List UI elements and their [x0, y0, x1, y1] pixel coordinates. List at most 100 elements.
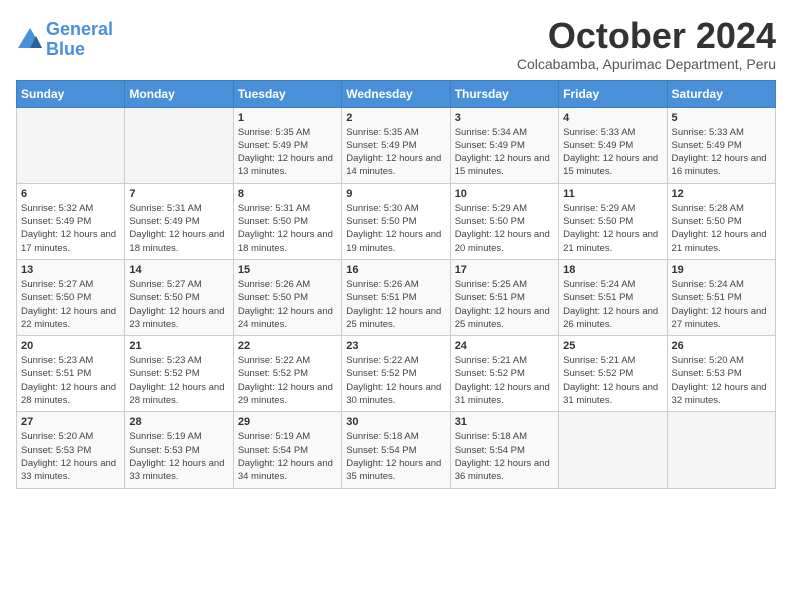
- day-info: Sunrise: 5:35 AM Sunset: 5:49 PM Dayligh…: [238, 126, 337, 179]
- subtitle: Colcabamba, Apurimac Department, Peru: [517, 56, 776, 72]
- calendar-cell: 22 Sunrise: 5:22 AM Sunset: 5:52 PM Dayli…: [233, 336, 341, 412]
- day-number: 2: [346, 112, 445, 124]
- calendar-cell: 16 Sunrise: 5:26 AM Sunset: 5:51 PM Dayli…: [342, 259, 450, 335]
- calendar-cell: 30 Sunrise: 5:18 AM Sunset: 5:54 PM Dayli…: [342, 412, 450, 488]
- day-info: Sunrise: 5:22 AM Sunset: 5:52 PM Dayligh…: [238, 354, 337, 407]
- calendar-week-4: 20Sunrise: 5:23 AM Sunset: 5:51 PM Dayli…: [17, 336, 776, 412]
- day-info: Sunrise: 5:23 AM Sunset: 5:52 PM Dayligh…: [129, 354, 228, 407]
- day-info: Sunrise: 5:33 AM Sunset: 5:49 PM Dayligh…: [672, 126, 771, 179]
- day-number: 7: [129, 188, 228, 200]
- calendar-cell: 1 Sunrise: 5:35 AM Sunset: 5:49 PM Daylig…: [233, 107, 341, 183]
- calendar-cell: [667, 412, 775, 488]
- logo-line1: General: [46, 19, 113, 39]
- day-number: 15: [238, 264, 337, 276]
- day-number: 12: [672, 188, 771, 200]
- day-info: Sunrise: 5:31 AM Sunset: 5:49 PM Dayligh…: [129, 202, 228, 255]
- day-info: Sunrise: 5:24 AM Sunset: 5:51 PM Dayligh…: [672, 278, 771, 331]
- day-info: Sunrise: 5:35 AM Sunset: 5:49 PM Dayligh…: [346, 126, 445, 179]
- day-info: Sunrise: 5:18 AM Sunset: 5:54 PM Dayligh…: [346, 430, 445, 483]
- calendar-cell: 2 Sunrise: 5:35 AM Sunset: 5:49 PM Daylig…: [342, 107, 450, 183]
- header-sunday: Sunday: [17, 80, 125, 107]
- day-number: 17: [455, 264, 554, 276]
- logo: General Blue: [16, 20, 113, 60]
- calendar-cell: [559, 412, 667, 488]
- calendar-cell: 10Sunrise: 5:29 AM Sunset: 5:50 PM Dayli…: [450, 183, 558, 259]
- calendar-cell: 3 Sunrise: 5:34 AM Sunset: 5:49 PM Daylig…: [450, 107, 558, 183]
- calendar-cell: 11Sunrise: 5:29 AM Sunset: 5:50 PM Dayli…: [559, 183, 667, 259]
- day-info: Sunrise: 5:21 AM Sunset: 5:52 PM Dayligh…: [455, 354, 554, 407]
- day-number: 26: [672, 340, 771, 352]
- day-info: Sunrise: 5:34 AM Sunset: 5:49 PM Dayligh…: [455, 126, 554, 179]
- calendar-cell: 20Sunrise: 5:23 AM Sunset: 5:51 PM Dayli…: [17, 336, 125, 412]
- calendar-cell: 19 Sunrise: 5:24 AM Sunset: 5:51 PM Dayli…: [667, 259, 775, 335]
- header-thursday: Thursday: [450, 80, 558, 107]
- calendar-cell: 31Sunrise: 5:18 AM Sunset: 5:54 PM Dayli…: [450, 412, 558, 488]
- calendar-cell: 18 Sunrise: 5:24 AM Sunset: 5:51 PM Dayli…: [559, 259, 667, 335]
- day-info: Sunrise: 5:22 AM Sunset: 5:52 PM Dayligh…: [346, 354, 445, 407]
- calendar-table: SundayMondayTuesdayWednesdayThursdayFrid…: [16, 80, 776, 489]
- page-header: General Blue October 2024 Colcabamba, Ap…: [16, 16, 776, 72]
- calendar-cell: 29Sunrise: 5:19 AM Sunset: 5:54 PM Dayli…: [233, 412, 341, 488]
- day-number: 28: [129, 416, 228, 428]
- header-monday: Monday: [125, 80, 233, 107]
- header-wednesday: Wednesday: [342, 80, 450, 107]
- calendar-cell: 24 Sunrise: 5:21 AM Sunset: 5:52 PM Dayli…: [450, 336, 558, 412]
- day-info: Sunrise: 5:27 AM Sunset: 5:50 PM Dayligh…: [21, 278, 120, 331]
- calendar-cell: 21Sunrise: 5:23 AM Sunset: 5:52 PM Dayli…: [125, 336, 233, 412]
- logo-text: General Blue: [46, 20, 113, 60]
- calendar-cell: 7 Sunrise: 5:31 AM Sunset: 5:49 PM Daylig…: [125, 183, 233, 259]
- day-info: Sunrise: 5:32 AM Sunset: 5:49 PM Dayligh…: [21, 202, 120, 255]
- day-number: 9: [346, 188, 445, 200]
- day-number: 16: [346, 264, 445, 276]
- day-info: Sunrise: 5:33 AM Sunset: 5:49 PM Dayligh…: [563, 126, 662, 179]
- day-number: 6: [21, 188, 120, 200]
- day-number: 5: [672, 112, 771, 124]
- day-number: 13: [21, 264, 120, 276]
- day-info: Sunrise: 5:20 AM Sunset: 5:53 PM Dayligh…: [21, 430, 120, 483]
- day-info: Sunrise: 5:20 AM Sunset: 5:53 PM Dayligh…: [672, 354, 771, 407]
- logo-line2: Blue: [46, 39, 85, 59]
- day-number: 31: [455, 416, 554, 428]
- calendar-cell: 25Sunrise: 5:21 AM Sunset: 5:52 PM Dayli…: [559, 336, 667, 412]
- calendar-cell: 9 Sunrise: 5:30 AM Sunset: 5:50 PM Daylig…: [342, 183, 450, 259]
- header-tuesday: Tuesday: [233, 80, 341, 107]
- day-number: 18: [563, 264, 662, 276]
- day-info: Sunrise: 5:19 AM Sunset: 5:53 PM Dayligh…: [129, 430, 228, 483]
- header-saturday: Saturday: [667, 80, 775, 107]
- calendar-cell: 17 Sunrise: 5:25 AM Sunset: 5:51 PM Dayli…: [450, 259, 558, 335]
- day-info: Sunrise: 5:28 AM Sunset: 5:50 PM Dayligh…: [672, 202, 771, 255]
- day-info: Sunrise: 5:29 AM Sunset: 5:50 PM Dayligh…: [455, 202, 554, 255]
- day-info: Sunrise: 5:31 AM Sunset: 5:50 PM Dayligh…: [238, 202, 337, 255]
- calendar-cell: 6 Sunrise: 5:32 AM Sunset: 5:49 PM Daylig…: [17, 183, 125, 259]
- day-info: Sunrise: 5:30 AM Sunset: 5:50 PM Dayligh…: [346, 202, 445, 255]
- calendar-week-3: 13 Sunrise: 5:27 AM Sunset: 5:50 PM Dayli…: [17, 259, 776, 335]
- day-number: 3: [455, 112, 554, 124]
- calendar-cell: 14Sunrise: 5:27 AM Sunset: 5:50 PM Dayli…: [125, 259, 233, 335]
- calendar-cell: [17, 107, 125, 183]
- calendar-week-1: 1 Sunrise: 5:35 AM Sunset: 5:49 PM Daylig…: [17, 107, 776, 183]
- day-number: 30: [346, 416, 445, 428]
- calendar-cell: 8Sunrise: 5:31 AM Sunset: 5:50 PM Daylig…: [233, 183, 341, 259]
- day-info: Sunrise: 5:24 AM Sunset: 5:51 PM Dayligh…: [563, 278, 662, 331]
- calendar-cell: 26 Sunrise: 5:20 AM Sunset: 5:53 PM Dayli…: [667, 336, 775, 412]
- day-info: Sunrise: 5:25 AM Sunset: 5:51 PM Dayligh…: [455, 278, 554, 331]
- day-info: Sunrise: 5:26 AM Sunset: 5:51 PM Dayligh…: [346, 278, 445, 331]
- day-info: Sunrise: 5:23 AM Sunset: 5:51 PM Dayligh…: [21, 354, 120, 407]
- day-number: 19: [672, 264, 771, 276]
- calendar-week-2: 6 Sunrise: 5:32 AM Sunset: 5:49 PM Daylig…: [17, 183, 776, 259]
- day-number: 25: [563, 340, 662, 352]
- calendar-cell: 12 Sunrise: 5:28 AM Sunset: 5:50 PM Dayli…: [667, 183, 775, 259]
- calendar-cell: 23 Sunrise: 5:22 AM Sunset: 5:52 PM Dayli…: [342, 336, 450, 412]
- day-number: 1: [238, 112, 337, 124]
- day-info: Sunrise: 5:27 AM Sunset: 5:50 PM Dayligh…: [129, 278, 228, 331]
- calendar-cell: 13 Sunrise: 5:27 AM Sunset: 5:50 PM Dayli…: [17, 259, 125, 335]
- day-number: 4: [563, 112, 662, 124]
- day-number: 23: [346, 340, 445, 352]
- calendar-cell: [125, 107, 233, 183]
- calendar-cell: 5 Sunrise: 5:33 AM Sunset: 5:49 PM Daylig…: [667, 107, 775, 183]
- day-number: 27: [21, 416, 120, 428]
- title-block: October 2024 Colcabamba, Apurimac Depart…: [517, 16, 776, 72]
- day-number: 24: [455, 340, 554, 352]
- calendar-cell: 28 Sunrise: 5:19 AM Sunset: 5:53 PM Dayli…: [125, 412, 233, 488]
- day-number: 22: [238, 340, 337, 352]
